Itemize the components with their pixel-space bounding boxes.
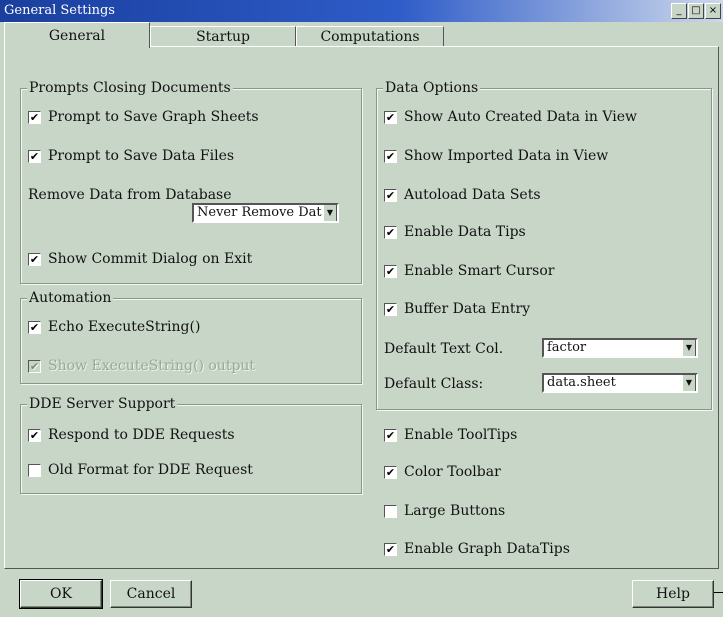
close-icon[interactable]: × — [705, 3, 721, 19]
checkbox-mark-icon: ✔ — [384, 225, 397, 239]
minimize-icon[interactable]: _ — [671, 3, 687, 19]
dde-server-legend: DDE Server Support — [27, 396, 178, 412]
show-auto-created-label: Show Auto Created Data in View — [404, 109, 638, 125]
checkbox-mark-icon: ✔ — [384, 264, 397, 278]
buffer-data-entry-label: Buffer Data Entry — [404, 301, 531, 317]
show-auto-created-checkbox[interactable]: ✔ Show Auto Created Data in View — [384, 108, 637, 126]
large-buttons-label: Large Buttons — [404, 503, 506, 519]
title-bar-buttons: _ □ × — [671, 3, 721, 19]
remove-data-value: Never Remove Dat — [197, 205, 322, 220]
checkbox-mark-icon: ✔ — [28, 110, 41, 124]
ok-button[interactable]: OK — [19, 579, 103, 609]
prompt-save-data-checkbox[interactable]: ✔ Prompt to Save Data Files — [28, 147, 234, 165]
tab-general[interactable]: General — [4, 22, 150, 48]
checkbox-mark-icon: ✔ — [384, 149, 397, 163]
dde-server-group: DDE Server Support — [20, 396, 362, 494]
autoload-label: Autoload Data Sets — [404, 187, 541, 203]
help-button[interactable]: Help — [632, 580, 714, 608]
old-format-dde-label: Old Format for DDE Request — [48, 462, 253, 478]
show-imported-label: Show Imported Data in View — [404, 148, 609, 164]
show-imported-checkbox[interactable]: ✔ Show Imported Data in View — [384, 147, 608, 165]
checkbox-mark-icon: ✔ — [384, 110, 397, 124]
callout-line — [714, 592, 723, 593]
checkbox-mark-icon: ✔ — [28, 359, 41, 373]
maximize-icon[interactable]: □ — [688, 3, 704, 19]
large-buttons-checkbox[interactable]: Large Buttons — [384, 502, 505, 520]
cancel-button[interactable]: Cancel — [110, 580, 192, 608]
echo-executestring-label: Echo ExecuteString() — [48, 319, 201, 335]
checkbox-mark-icon: ✔ — [28, 428, 41, 442]
automation-legend: Automation — [27, 290, 114, 306]
enable-smart-cursor-label: Enable Smart Cursor — [404, 263, 555, 279]
buffer-data-entry-checkbox[interactable]: ✔ Buffer Data Entry — [384, 300, 530, 318]
show-commit-checkbox[interactable]: ✔ Show Commit Dialog on Exit — [28, 250, 252, 268]
remove-data-label: Remove Data from Database — [28, 187, 232, 203]
window-title: General Settings — [4, 3, 115, 18]
checkbox-mark-icon: ✔ — [384, 188, 397, 202]
tab-strip: General Startup Computations — [0, 22, 723, 48]
prompt-save-graph-label: Prompt to Save Graph Sheets — [48, 109, 259, 125]
default-text-col-value: factor — [547, 340, 587, 355]
prompt-save-graph-checkbox[interactable]: ✔ Prompt to Save Graph Sheets — [28, 108, 259, 126]
tab-startup[interactable]: Startup — [150, 26, 296, 46]
checkbox-unchecked — [28, 463, 41, 477]
default-text-col-select[interactable]: factor ▼ — [542, 338, 698, 358]
default-class-value: data.sheet — [547, 375, 616, 390]
enable-graph-datatips-checkbox[interactable]: ✔ Enable Graph DataTips — [384, 540, 570, 558]
checkbox-mark-icon: ✔ — [384, 542, 397, 556]
checkbox-mark-icon: ✔ — [28, 149, 41, 163]
show-executestring-output-label: Show ExecuteString() output — [48, 358, 256, 374]
dropdown-arrow-icon[interactable]: ▼ — [323, 205, 337, 221]
enable-tooltips-label: Enable ToolTips — [404, 427, 518, 443]
enable-tooltips-checkbox[interactable]: ✔ Enable ToolTips — [384, 426, 517, 444]
enable-datatips-label: Enable Data Tips — [404, 224, 526, 240]
title-bar: General Settings _ □ × — [0, 0, 723, 22]
data-options-group: Data Options — [376, 80, 712, 410]
checkbox-unchecked — [384, 504, 397, 518]
enable-graph-datatips-label: Enable Graph DataTips — [404, 541, 570, 557]
dropdown-arrow-icon[interactable]: ▼ — [682, 375, 696, 391]
checkbox-mark-icon: ✔ — [384, 465, 397, 479]
checkbox-mark-icon: ✔ — [384, 302, 397, 316]
show-commit-label: Show Commit Dialog on Exit — [48, 251, 253, 267]
data-options-legend: Data Options — [383, 80, 481, 96]
prompts-closing-legend: Prompts Closing Documents — [27, 80, 233, 96]
default-class-label: Default Class: — [384, 376, 484, 392]
default-text-col-label: Default Text Col. — [384, 341, 504, 357]
respond-dde-label: Respond to DDE Requests — [48, 427, 235, 443]
default-class-select[interactable]: data.sheet ▼ — [542, 373, 698, 393]
autoload-checkbox[interactable]: ✔ Autoload Data Sets — [384, 186, 541, 204]
show-executestring-output-checkbox: ✔ Show ExecuteString() output — [28, 357, 255, 375]
enable-datatips-checkbox[interactable]: ✔ Enable Data Tips — [384, 223, 526, 241]
echo-executestring-checkbox[interactable]: ✔ Echo ExecuteString() — [28, 318, 200, 336]
prompt-save-data-label: Prompt to Save Data Files — [48, 148, 235, 164]
color-toolbar-label: Color Toolbar — [404, 464, 501, 480]
old-format-dde-checkbox[interactable]: Old Format for DDE Request — [28, 461, 253, 479]
respond-dde-checkbox[interactable]: ✔ Respond to DDE Requests — [28, 426, 235, 444]
color-toolbar-checkbox[interactable]: ✔ Color Toolbar — [384, 463, 501, 481]
remove-data-select[interactable]: Never Remove Dat ▼ — [192, 203, 339, 223]
dropdown-arrow-icon[interactable]: ▼ — [682, 340, 696, 356]
checkbox-mark-icon: ✔ — [28, 252, 41, 266]
general-settings-dialog: General Settings _ □ × General Startup C… — [0, 0, 723, 617]
checkbox-mark-icon: ✔ — [28, 320, 41, 334]
tab-computations[interactable]: Computations — [296, 26, 444, 46]
enable-smart-cursor-checkbox[interactable]: ✔ Enable Smart Cursor — [384, 262, 554, 280]
checkbox-mark-icon: ✔ — [384, 428, 397, 442]
